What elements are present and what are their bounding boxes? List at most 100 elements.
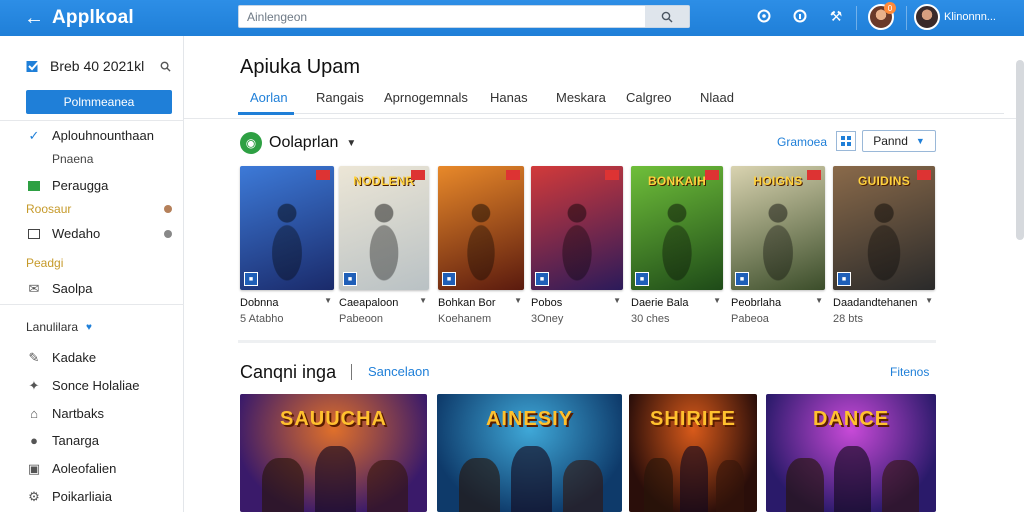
game-card[interactable]: ■ Pobos 3Oney ▼: [531, 166, 623, 325]
sidebar-library-item[interactable]: ▣ Aoleofalien: [26, 461, 172, 476]
mail-icon: ✉: [28, 280, 40, 296]
grid-icon: [841, 136, 851, 146]
game-card[interactable]: HOIGNS ■ Peobrlaha Pabeoa ▼: [731, 166, 825, 325]
tab-3[interactable]: Hanas: [490, 90, 528, 105]
banner-title: DANCE: [812, 408, 890, 430]
rating-badge-icon: [705, 170, 719, 180]
sidebar-library-item[interactable]: ⌂ Nartbaks: [26, 406, 172, 421]
game-title[interactable]: Caeapaloon: [339, 297, 398, 309]
tag-icon: [26, 179, 42, 193]
status-dot: [164, 229, 172, 238]
featured-banner[interactable]: SAUUCHA: [240, 394, 427, 512]
tab-0[interactable]: Aorlan: [250, 90, 288, 105]
section-subtitle-link[interactable]: Sancelaon: [368, 364, 429, 379]
game-meta: Pabeoon: [339, 313, 384, 325]
game-cover[interactable]: ■: [531, 166, 623, 290]
game-cover[interactable]: HOIGNS ■: [731, 166, 825, 290]
platform-icon: ■: [343, 272, 357, 286]
banner-art: [644, 457, 673, 512]
game-cover[interactable]: GUIDINS ■: [833, 166, 935, 290]
tab-6[interactable]: Nlaad: [700, 90, 734, 105]
game-title[interactable]: Daerie Bala: [631, 297, 688, 309]
robot-icon: ▣: [27, 460, 41, 476]
chevron-down-icon[interactable]: ▼: [613, 296, 621, 305]
grid-view-button[interactable]: [836, 131, 856, 151]
banner-art: [511, 445, 552, 512]
game-card[interactable]: ■ Bohkan Bor Koehanem ▼: [438, 166, 524, 325]
tab-5[interactable]: Calgreo: [626, 90, 672, 105]
primary-action-button[interactable]: Polmmeanea: [26, 90, 172, 114]
banner-art: [262, 457, 304, 512]
search-input[interactable]: Ainlengeon: [239, 10, 645, 24]
game-title[interactable]: Peobrlaha: [731, 297, 781, 309]
user-avatar[interactable]: [914, 4, 940, 30]
sidebar-item[interactable]: ✓ Aplouhnounthaan: [26, 128, 172, 143]
platform-icon: ■: [442, 272, 456, 286]
sidebar-library-item[interactable]: ● Tanarga: [26, 433, 172, 448]
chevron-down-icon: ▼: [915, 136, 925, 146]
refresh-icon[interactable]: [756, 8, 772, 24]
tab-2[interactable]: Aprnogemnals: [384, 90, 468, 105]
sidebar-library-item[interactable]: ✎ Kadake: [26, 350, 172, 365]
rating-badge-icon: [807, 170, 821, 180]
featured-banner[interactable]: AINESIY: [437, 394, 622, 512]
game-cover[interactable]: NODLENR ■: [339, 166, 429, 290]
chevron-down-icon: ▼: [346, 137, 357, 149]
content-divider: [184, 118, 1024, 119]
rating-badge-icon: [506, 170, 520, 180]
sidebar-item[interactable]: ✉ Saolpa: [26, 281, 172, 296]
game-cover[interactable]: BONKAIH ■: [631, 166, 723, 290]
featured-banner[interactable]: DANCE: [766, 394, 936, 512]
back-arrow-icon[interactable]: ←: [24, 8, 44, 28]
game-title[interactable]: Dobnna: [240, 297, 279, 309]
chevron-down-icon[interactable]: ▼: [324, 296, 332, 305]
game-meta: 30 ches: [631, 313, 670, 325]
tab-1[interactable]: Rangais: [316, 90, 364, 105]
chevron-down-icon[interactable]: ▼: [925, 296, 933, 305]
sidebar-library-item[interactable]: ✦ Sonce Holaliae: [26, 378, 172, 393]
search-icon: [661, 11, 673, 22]
game-card[interactable]: ■ Dobnna 5 Atabho ▼: [240, 166, 334, 325]
game-title[interactable]: Bohkan Bor: [438, 297, 495, 309]
sort-select[interactable]: Pannd ▼: [862, 130, 936, 152]
game-title[interactable]: Daadandtehanen: [833, 297, 917, 309]
rating-badge-icon: [411, 170, 425, 180]
section-link[interactable]: Fitenos: [890, 365, 929, 379]
sidebar-library-item[interactable]: ⚙ Poikarliaia: [26, 489, 172, 504]
banner-art: [881, 460, 919, 512]
game-cover[interactable]: ■: [438, 166, 524, 290]
tools-icon[interactable]: ⚒: [828, 8, 844, 24]
section-header[interactable]: ◉ Oolaprlan ▼: [240, 132, 356, 154]
search-button[interactable]: [645, 6, 689, 27]
user-name[interactable]: Klinonnn...: [944, 11, 996, 23]
game-title[interactable]: Pobos: [531, 297, 562, 309]
featured-banner[interactable]: SHIRIFE: [629, 394, 757, 512]
chevron-down-icon[interactable]: ▼: [514, 296, 522, 305]
game-card[interactable]: NODLENR ■ Caeapaloon Pabeoon ▼: [339, 166, 429, 325]
sidebar-subitem[interactable]: Pnaena: [52, 152, 93, 166]
sidebar-item[interactable]: Wedaho: [26, 226, 172, 241]
chevron-down-icon[interactable]: ▼: [815, 296, 823, 305]
game-controller-icon: ◉: [240, 132, 262, 154]
game-card[interactable]: GUIDINS ■ Daadandtehanen 28 bts ▼: [833, 166, 935, 325]
sidebar-item[interactable]: Peraugga: [26, 178, 172, 193]
chevron-down-icon[interactable]: ▼: [419, 296, 427, 305]
tab-4[interactable]: Meskara: [556, 90, 606, 105]
game-card[interactable]: BONKAIH ■ Daerie Bala 30 ches ▼: [631, 166, 723, 325]
sidebar-section-label: Peadgi: [26, 256, 64, 270]
section-link[interactable]: Gramoea: [777, 135, 827, 149]
banner-title: SAUUCHA: [280, 408, 387, 430]
section-title: Canqni inga: [240, 362, 337, 382]
sidebar-section-label: Roosaur: [26, 202, 172, 216]
page-title: Apiuka Upam: [240, 56, 361, 78]
game-cover[interactable]: ■: [240, 166, 334, 290]
banner-art: [786, 457, 824, 512]
scrollbar[interactable]: [1016, 60, 1024, 240]
game-meta: 28 bts: [833, 313, 863, 325]
chevron-down-icon[interactable]: ▼: [713, 296, 721, 305]
search-bar[interactable]: Ainlengeon: [238, 5, 690, 28]
search-icon[interactable]: [160, 61, 171, 72]
rating-badge-icon: [316, 170, 330, 180]
banner-art: [367, 460, 409, 512]
info-icon[interactable]: [792, 8, 808, 24]
